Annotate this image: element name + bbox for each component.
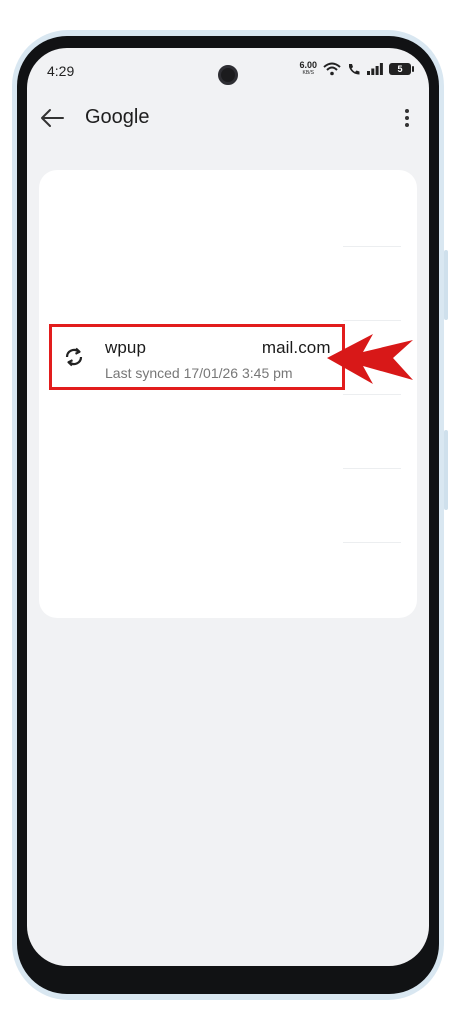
status-bar: 4:29 6.00 KB/S 5 [27, 48, 429, 92]
arrow-left-icon [41, 109, 64, 127]
annotation-arrow [327, 334, 413, 384]
power-button [444, 430, 448, 510]
accounts-card [39, 170, 417, 618]
page-title: Google [85, 106, 150, 128]
volume-button [444, 250, 448, 320]
wifi-calling-icon [349, 64, 360, 75]
app-bar: Google [27, 96, 429, 140]
screen: 4:29 6.00 KB/S 5 Google wpup mail.com La… [27, 48, 429, 966]
divider [343, 394, 401, 395]
divider [343, 468, 401, 469]
account-email-suffix: mail.com [261, 338, 331, 357]
more-options-button[interactable] [399, 106, 415, 130]
account-email-prefix: wpup [105, 338, 147, 357]
wifi-icon [323, 62, 341, 76]
divider [343, 320, 401, 321]
network-speed-unit: KB/S [302, 70, 314, 76]
account-row[interactable]: wpup mail.com Last synced 17/01/26 3:45 … [49, 324, 345, 390]
sync-icon [65, 347, 83, 367]
signal-icon [367, 63, 383, 75]
more-vert-icon [405, 109, 409, 113]
divider [343, 246, 401, 247]
more-vert-dot [405, 116, 409, 120]
front-camera [218, 65, 238, 85]
account-email: wpup mail.com [105, 338, 331, 358]
back-button[interactable] [39, 106, 65, 130]
more-vert-dot [405, 123, 409, 127]
battery-level: 5 [397, 64, 403, 74]
battery-icon: 5 [389, 63, 414, 75]
status-icons: 6.00 KB/S 5 [299, 61, 414, 77]
status-time: 4:29 [47, 63, 75, 79]
divider [343, 542, 401, 543]
last-synced-text: Last synced 17/01/26 3:45 pm [105, 365, 293, 381]
network-speed: 6.00 KB/S [299, 61, 317, 77]
